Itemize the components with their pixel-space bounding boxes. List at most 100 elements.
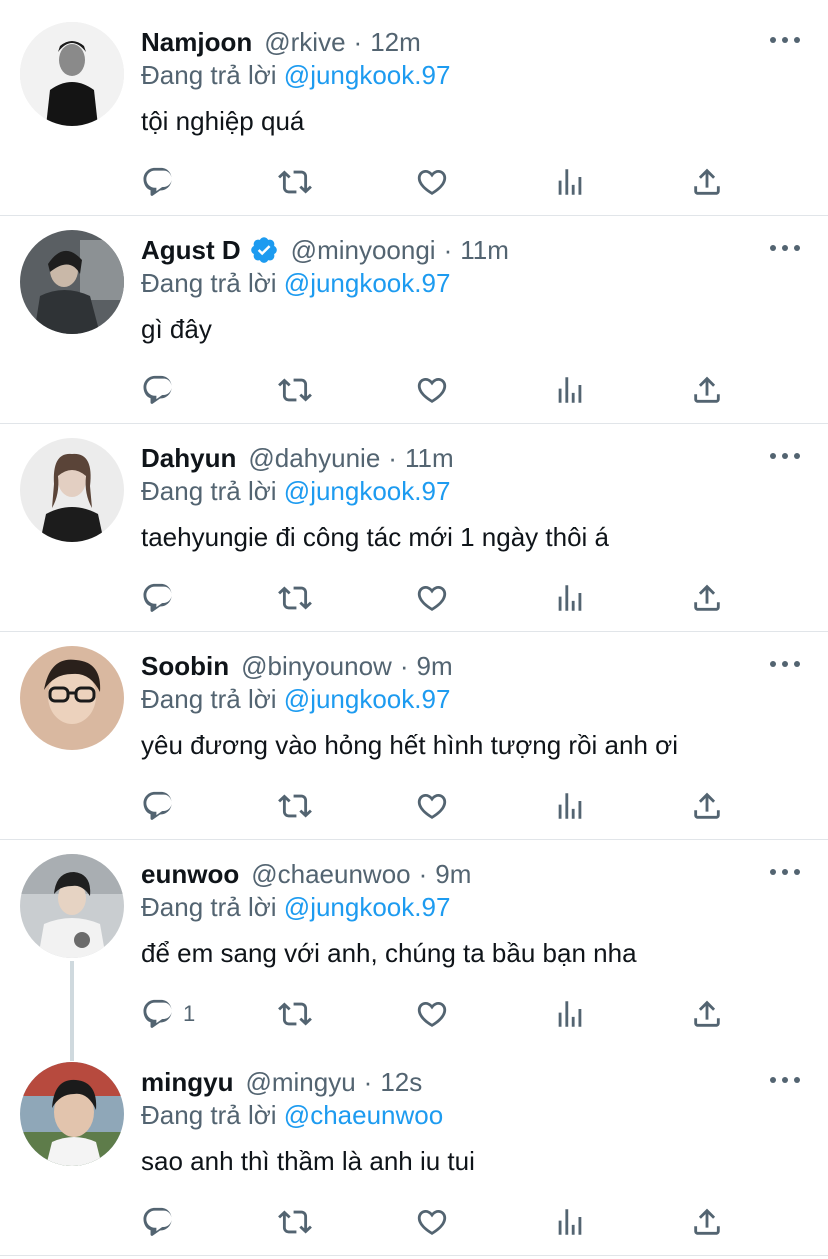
share-button[interactable] bbox=[690, 368, 724, 412]
tweet[interactable]: Dahyun @dahyunie · 11m Đang trả lời @jun… bbox=[0, 416, 828, 632]
tweet-actions bbox=[0, 784, 828, 828]
author-name[interactable]: Dahyun bbox=[141, 443, 236, 474]
replying-to-prefix: Đang trả lời bbox=[141, 268, 277, 298]
author-handle[interactable]: @dahyunie bbox=[248, 443, 380, 474]
tweet[interactable]: mingyu @mingyu · 12s Đang trả lời @chaeu… bbox=[0, 1040, 828, 1256]
reply-mention-link[interactable]: @chaeunwoo bbox=[284, 1100, 443, 1130]
tweet[interactable]: Soobin @binyounow · 9m Đang trả lời @jun… bbox=[0, 624, 828, 840]
analytics-button[interactable] bbox=[553, 992, 587, 1036]
tweet-actions bbox=[0, 576, 828, 620]
verified-badge-icon bbox=[249, 235, 279, 265]
retweet-button[interactable] bbox=[278, 160, 312, 204]
separator-dot: · bbox=[353, 26, 363, 57]
heart-icon bbox=[415, 1205, 449, 1239]
avatar[interactable] bbox=[20, 854, 124, 958]
author-handle[interactable]: @mingyu bbox=[245, 1067, 355, 1098]
retweet-icon bbox=[278, 997, 312, 1031]
author-handle[interactable]: @minyoongi bbox=[291, 235, 436, 266]
author-handle[interactable]: @rkive bbox=[264, 27, 345, 58]
author-handle[interactable]: @chaeunwoo bbox=[251, 859, 410, 890]
timestamp[interactable]: 11m bbox=[405, 443, 454, 474]
reply-icon bbox=[141, 997, 175, 1031]
like-button[interactable] bbox=[415, 576, 449, 620]
more-horizontal-icon[interactable] bbox=[770, 444, 800, 468]
reply-button[interactable] bbox=[141, 368, 183, 412]
retweet-button[interactable] bbox=[278, 368, 312, 412]
separator-dot: · bbox=[388, 442, 397, 473]
avatar[interactable] bbox=[20, 646, 124, 750]
reply-mention-link[interactable]: @jungkook.97 bbox=[284, 60, 451, 90]
avatar[interactable] bbox=[20, 1062, 124, 1166]
tweet-text: yêu đương vào hỏng hết hình tượng rồi an… bbox=[141, 730, 678, 760]
more-horizontal-icon[interactable] bbox=[770, 28, 800, 52]
reply-button[interactable] bbox=[141, 784, 183, 828]
analytics-button[interactable] bbox=[553, 1200, 587, 1244]
share-icon bbox=[690, 997, 724, 1031]
heart-icon bbox=[415, 165, 449, 199]
reply-mention-link[interactable]: @jungkook.97 bbox=[284, 268, 451, 298]
analytics-button[interactable] bbox=[553, 368, 587, 412]
reply-button[interactable] bbox=[141, 576, 183, 620]
author-name[interactable]: mingyu bbox=[141, 1067, 233, 1098]
share-button[interactable] bbox=[690, 160, 724, 204]
share-icon bbox=[690, 165, 724, 199]
reply-button[interactable] bbox=[141, 1200, 183, 1244]
author-name[interactable]: eunwoo bbox=[141, 859, 239, 890]
replying-to: Đang trả lời @jungkook.97 bbox=[141, 684, 450, 715]
timestamp[interactable]: 9m bbox=[416, 651, 452, 682]
retweet-button[interactable] bbox=[278, 576, 312, 620]
reply-button[interactable] bbox=[141, 160, 183, 204]
tweet[interactable]: Agust D @minyoongi · 11m Đang trả lời @j… bbox=[0, 208, 828, 424]
share-icon bbox=[690, 581, 724, 615]
separator-dot: · bbox=[418, 858, 428, 889]
like-button[interactable] bbox=[415, 1200, 449, 1244]
author-handle[interactable]: @binyounow bbox=[241, 651, 392, 682]
avatar[interactable] bbox=[20, 22, 124, 126]
reply-icon bbox=[141, 581, 175, 615]
analytics-button[interactable] bbox=[553, 576, 587, 620]
tweet[interactable]: eunwoo @chaeunwoo · 9m Đang trả lời @jun… bbox=[0, 832, 828, 1048]
separator-dot: · bbox=[443, 234, 453, 265]
like-button[interactable] bbox=[415, 784, 449, 828]
more-horizontal-icon[interactable] bbox=[770, 652, 800, 676]
avatar[interactable] bbox=[20, 438, 124, 542]
share-button[interactable] bbox=[690, 992, 724, 1036]
more-horizontal-icon[interactable] bbox=[770, 1068, 800, 1092]
avatar[interactable] bbox=[20, 230, 124, 334]
replying-to-prefix: Đang trả lời bbox=[141, 1100, 277, 1130]
retweet-button[interactable] bbox=[278, 1200, 312, 1244]
timestamp[interactable]: 11m bbox=[460, 235, 509, 266]
reply-mention-link[interactable]: @jungkook.97 bbox=[284, 892, 451, 922]
replying-to-prefix: Đang trả lời bbox=[141, 892, 277, 922]
analytics-button[interactable] bbox=[553, 160, 587, 204]
like-button[interactable] bbox=[415, 368, 449, 412]
reply-count: 1 bbox=[183, 1001, 196, 1026]
analytics-icon bbox=[553, 581, 587, 615]
like-button[interactable] bbox=[415, 992, 449, 1036]
replying-to: Đang trả lời @chaeunwoo bbox=[141, 1100, 443, 1131]
timestamp[interactable]: 12m bbox=[370, 27, 421, 58]
share-icon bbox=[690, 373, 724, 407]
share-button[interactable] bbox=[690, 576, 724, 620]
analytics-button[interactable] bbox=[553, 784, 587, 828]
timestamp[interactable]: 12s bbox=[380, 1067, 422, 1098]
author-name[interactable]: Namjoon bbox=[141, 27, 252, 58]
more-horizontal-icon[interactable] bbox=[770, 236, 800, 260]
tweet-text: sao anh thì thầm là anh iu tui bbox=[141, 1146, 475, 1176]
retweet-button[interactable] bbox=[278, 992, 312, 1036]
reply-mention-link[interactable]: @jungkook.97 bbox=[284, 684, 451, 714]
share-button[interactable] bbox=[690, 1200, 724, 1244]
tweet-text: taehyungie đi công tác mới 1 ngày thôi á bbox=[141, 522, 610, 552]
like-button[interactable] bbox=[415, 160, 449, 204]
author-name[interactable]: Soobin bbox=[141, 651, 229, 682]
more-horizontal-icon[interactable] bbox=[770, 860, 800, 884]
tweet[interactable]: Namjoon @rkive · 12m Đang trả lời @jungk… bbox=[0, 0, 828, 216]
share-button[interactable] bbox=[690, 784, 724, 828]
retweet-button[interactable] bbox=[278, 784, 312, 828]
timestamp[interactable]: 9m bbox=[435, 859, 471, 890]
author-name[interactable]: Agust D bbox=[141, 235, 241, 266]
reply-button[interactable]: 1 bbox=[141, 992, 195, 1036]
reply-mention-link[interactable]: @jungkook.97 bbox=[284, 476, 451, 506]
heart-icon bbox=[415, 373, 449, 407]
replying-to: Đang trả lời @jungkook.97 bbox=[141, 476, 450, 507]
